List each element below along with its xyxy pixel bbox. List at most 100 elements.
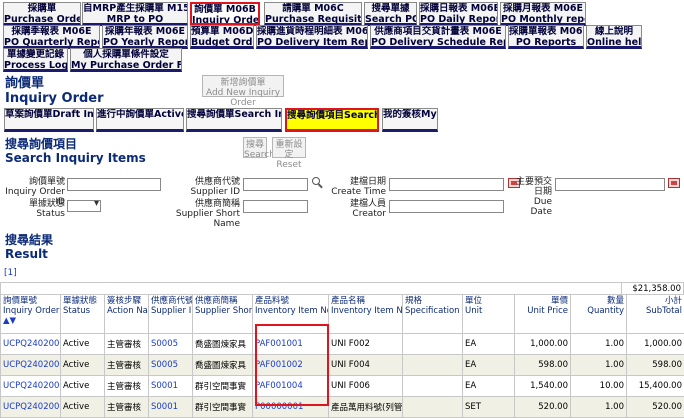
tab-label-en: Online help: [587, 38, 641, 49]
reset-button[interactable]: 重新設定 Reset: [272, 137, 306, 158]
tab-row1-5[interactable]: 採購日報表 M06EPO Daily Report: [419, 2, 498, 26]
table-cell-link[interactable]: S0005: [149, 355, 193, 376]
column-header-7[interactable]: 規格Specification: [403, 295, 463, 334]
tab-label-zh: 供應商項目交貨計畫表 M06E: [371, 27, 505, 38]
sort-arrows-icon[interactable]: ▲▼: [3, 316, 58, 326]
table-cell-link[interactable]: S0001: [149, 397, 193, 418]
supplier-id-input[interactable]: [243, 178, 308, 191]
search-title-en: Search Inquiry Items: [5, 151, 146, 165]
tab-label-zh: 搜尋單據: [365, 4, 416, 15]
status-label-en: Status: [0, 209, 65, 219]
subtab-0[interactable]: 草案詢價單Draft Inquiry Order: [4, 108, 94, 132]
table-header-row: 詢價單號Inquiry Order ID▲▼單據狀態Status簽核步驟Acti…: [1, 295, 684, 334]
due-date-label-zh: 主要預交日期: [510, 177, 552, 197]
tab-row2-6[interactable]: 線上說明Online help: [586, 25, 642, 49]
creator-input[interactable]: [389, 200, 504, 213]
tab-label-zh: 詢價單 M06B: [192, 5, 258, 16]
pager[interactable]: [1]: [4, 268, 17, 278]
column-header-11[interactable]: 小計SubTotal: [627, 295, 684, 334]
subtab-3[interactable]: 搜尋詢價項目Search Inquiry Items: [285, 108, 379, 132]
column-header-zh: 供應商簡稱: [195, 296, 250, 306]
column-header-0[interactable]: 詢價單號Inquiry Order ID▲▼: [1, 295, 61, 334]
tab-label-zh: 採購月報表 M06E: [501, 4, 585, 15]
search-section-title: 搜尋詢價項目 Search Inquiry Items: [5, 137, 146, 165]
create-time-input[interactable]: [389, 178, 504, 191]
table-cell: 1.00: [571, 397, 627, 418]
supplier-name-input[interactable]: [243, 200, 308, 213]
tab-label-en: PO Monthly report: [501, 15, 585, 26]
tab-label-en: PO Delivery Item Report: [257, 38, 367, 49]
tab-row3-1[interactable]: 個人採購單條件設定My Purchase Order Filter: [70, 48, 182, 72]
table-cell-link[interactable]: UCPQ24020001: [1, 334, 61, 355]
supplier-name-label: 供應商簡稱 Supplier Short Name: [164, 199, 240, 229]
subtab-1[interactable]: 進行中詢價單Active Inquiry Order: [96, 108, 184, 132]
reset-button-en: Reset: [273, 160, 305, 170]
table-cell-link[interactable]: UCPQ24020002: [1, 376, 61, 397]
table-cell: 主管審核: [105, 355, 149, 376]
tab-row1-2[interactable]: 詢價單 M06BInquiry Order: [190, 2, 260, 26]
column-header-3[interactable]: 供應商代號Supplier ID: [149, 295, 193, 334]
column-header-10[interactable]: 數量Quantity: [571, 295, 627, 334]
table-cell-link[interactable]: PAF001002: [253, 355, 329, 376]
table-cell: 1.00: [571, 334, 627, 355]
column-header-en: Quantity: [573, 306, 624, 316]
table-cell: [403, 376, 463, 397]
tab-label-zh: 採購年報表 M06E: [103, 27, 187, 38]
create-time-label-zh: 建檔日期: [330, 177, 386, 187]
supplier-lookup-icon[interactable]: [312, 177, 320, 185]
table-cell: EA: [463, 334, 515, 355]
tab-label-en: PO Yearly Report: [103, 38, 187, 49]
column-header-6[interactable]: 產品名稱Inventory Item Name: [329, 295, 403, 334]
table-cell-link[interactable]: UCPQ24020001: [1, 355, 61, 376]
table-cell-link[interactable]: PAF001001: [253, 334, 329, 355]
tab-row2-0[interactable]: 採購季報表 M06EPO Quarterly Report: [3, 25, 100, 49]
tab-row1-1[interactable]: 自MRP產生採購單 M15BMRP to PO: [82, 2, 188, 26]
table-cell: EA: [463, 355, 515, 376]
status-select[interactable]: [67, 200, 101, 212]
table-cell: 主管審核: [105, 376, 149, 397]
table-cell-link[interactable]: P00000001: [253, 397, 329, 418]
due-date-input[interactable]: [555, 178, 665, 191]
tab-row2-2[interactable]: 預算單 M06DBudget Order: [190, 25, 254, 49]
table-cell: Active: [61, 376, 105, 397]
tab-row2-1[interactable]: 採購年報表 M06EPO Yearly Report: [102, 25, 188, 49]
tab-row2-5[interactable]: 採購單報表 M06EPO Reports: [508, 25, 584, 49]
table-cell-link[interactable]: UCPQ24020002: [1, 397, 61, 418]
subtab-label-en: Draft Inquiry Order: [53, 109, 94, 120]
subtab-2[interactable]: 搜尋詢價單Search Inquiry Orders: [186, 108, 282, 132]
column-header-2[interactable]: 簽核步驟Action Name: [105, 295, 149, 334]
table-cell-link[interactable]: S0001: [149, 376, 193, 397]
search-button[interactable]: 搜尋 Search: [243, 137, 267, 158]
tab-row1-0[interactable]: 採購單Purchase Order: [3, 2, 81, 26]
tab-row2-4[interactable]: 供應商項目交貨計畫表 M06EPO Delivery Schedule Repo…: [370, 25, 506, 49]
subtab-4[interactable]: 我的簽核My Approval: [382, 108, 438, 132]
tab-label-zh: 個人採購單條件設定: [71, 50, 181, 61]
inquiry-id-input[interactable]: [67, 178, 161, 191]
table-cell: UNI F004: [329, 355, 403, 376]
column-header-1[interactable]: 單據狀態Status: [61, 295, 105, 334]
table-cell: 主管審核: [105, 334, 149, 355]
table-cell: [403, 397, 463, 418]
tab-row3-0[interactable]: 單據變更記錄Process Log: [3, 48, 68, 72]
column-header-4[interactable]: 供應商簡稱Supplier Short Name: [193, 295, 253, 334]
tab-row1-6[interactable]: 採購月報表 M06EPO Monthly report: [500, 2, 586, 26]
table-row: UCPQ24020002Active主管審核S0001群引空間事實P000000…: [1, 397, 684, 418]
column-header-9[interactable]: 單價Unit Price: [515, 295, 571, 334]
column-header-en: Unit: [465, 306, 512, 316]
due-date-calendar-icon[interactable]: [668, 178, 680, 188]
tab-label-en: PO Reports: [509, 38, 583, 49]
subtab-label-zh: 草案詢價單: [5, 109, 53, 120]
tab-row2-3[interactable]: 採購進貨時程明細表 M06EPO Delivery Item Report: [256, 25, 368, 49]
tab-label-en: Budget Order: [191, 38, 253, 49]
table-cell-link[interactable]: S0005: [149, 334, 193, 355]
table-row: UCPQ24020001Active主管審核S0005喬盛圖煉家具PAF0010…: [1, 355, 684, 376]
column-header-5[interactable]: 產品料號Inventory Item No: [253, 295, 329, 334]
table-cell-link[interactable]: PAF001004: [253, 376, 329, 397]
tab-label-zh: 單據變更記錄: [4, 50, 67, 61]
tab-label-en: PO Daily Report: [420, 15, 497, 26]
table-row: UCPQ24020001Active主管審核S0005喬盛圖煉家具PAF0010…: [1, 334, 684, 355]
tab-row1-3[interactable]: 請購單 M06CPurchase Requisition: [264, 2, 362, 26]
tab-row1-4[interactable]: 搜尋單據Search PO: [364, 2, 417, 26]
column-header-8[interactable]: 單位Unit: [463, 295, 515, 334]
add-inquiry-order-button[interactable]: 新增詢價單 Add New Inquiry Order: [202, 75, 284, 97]
